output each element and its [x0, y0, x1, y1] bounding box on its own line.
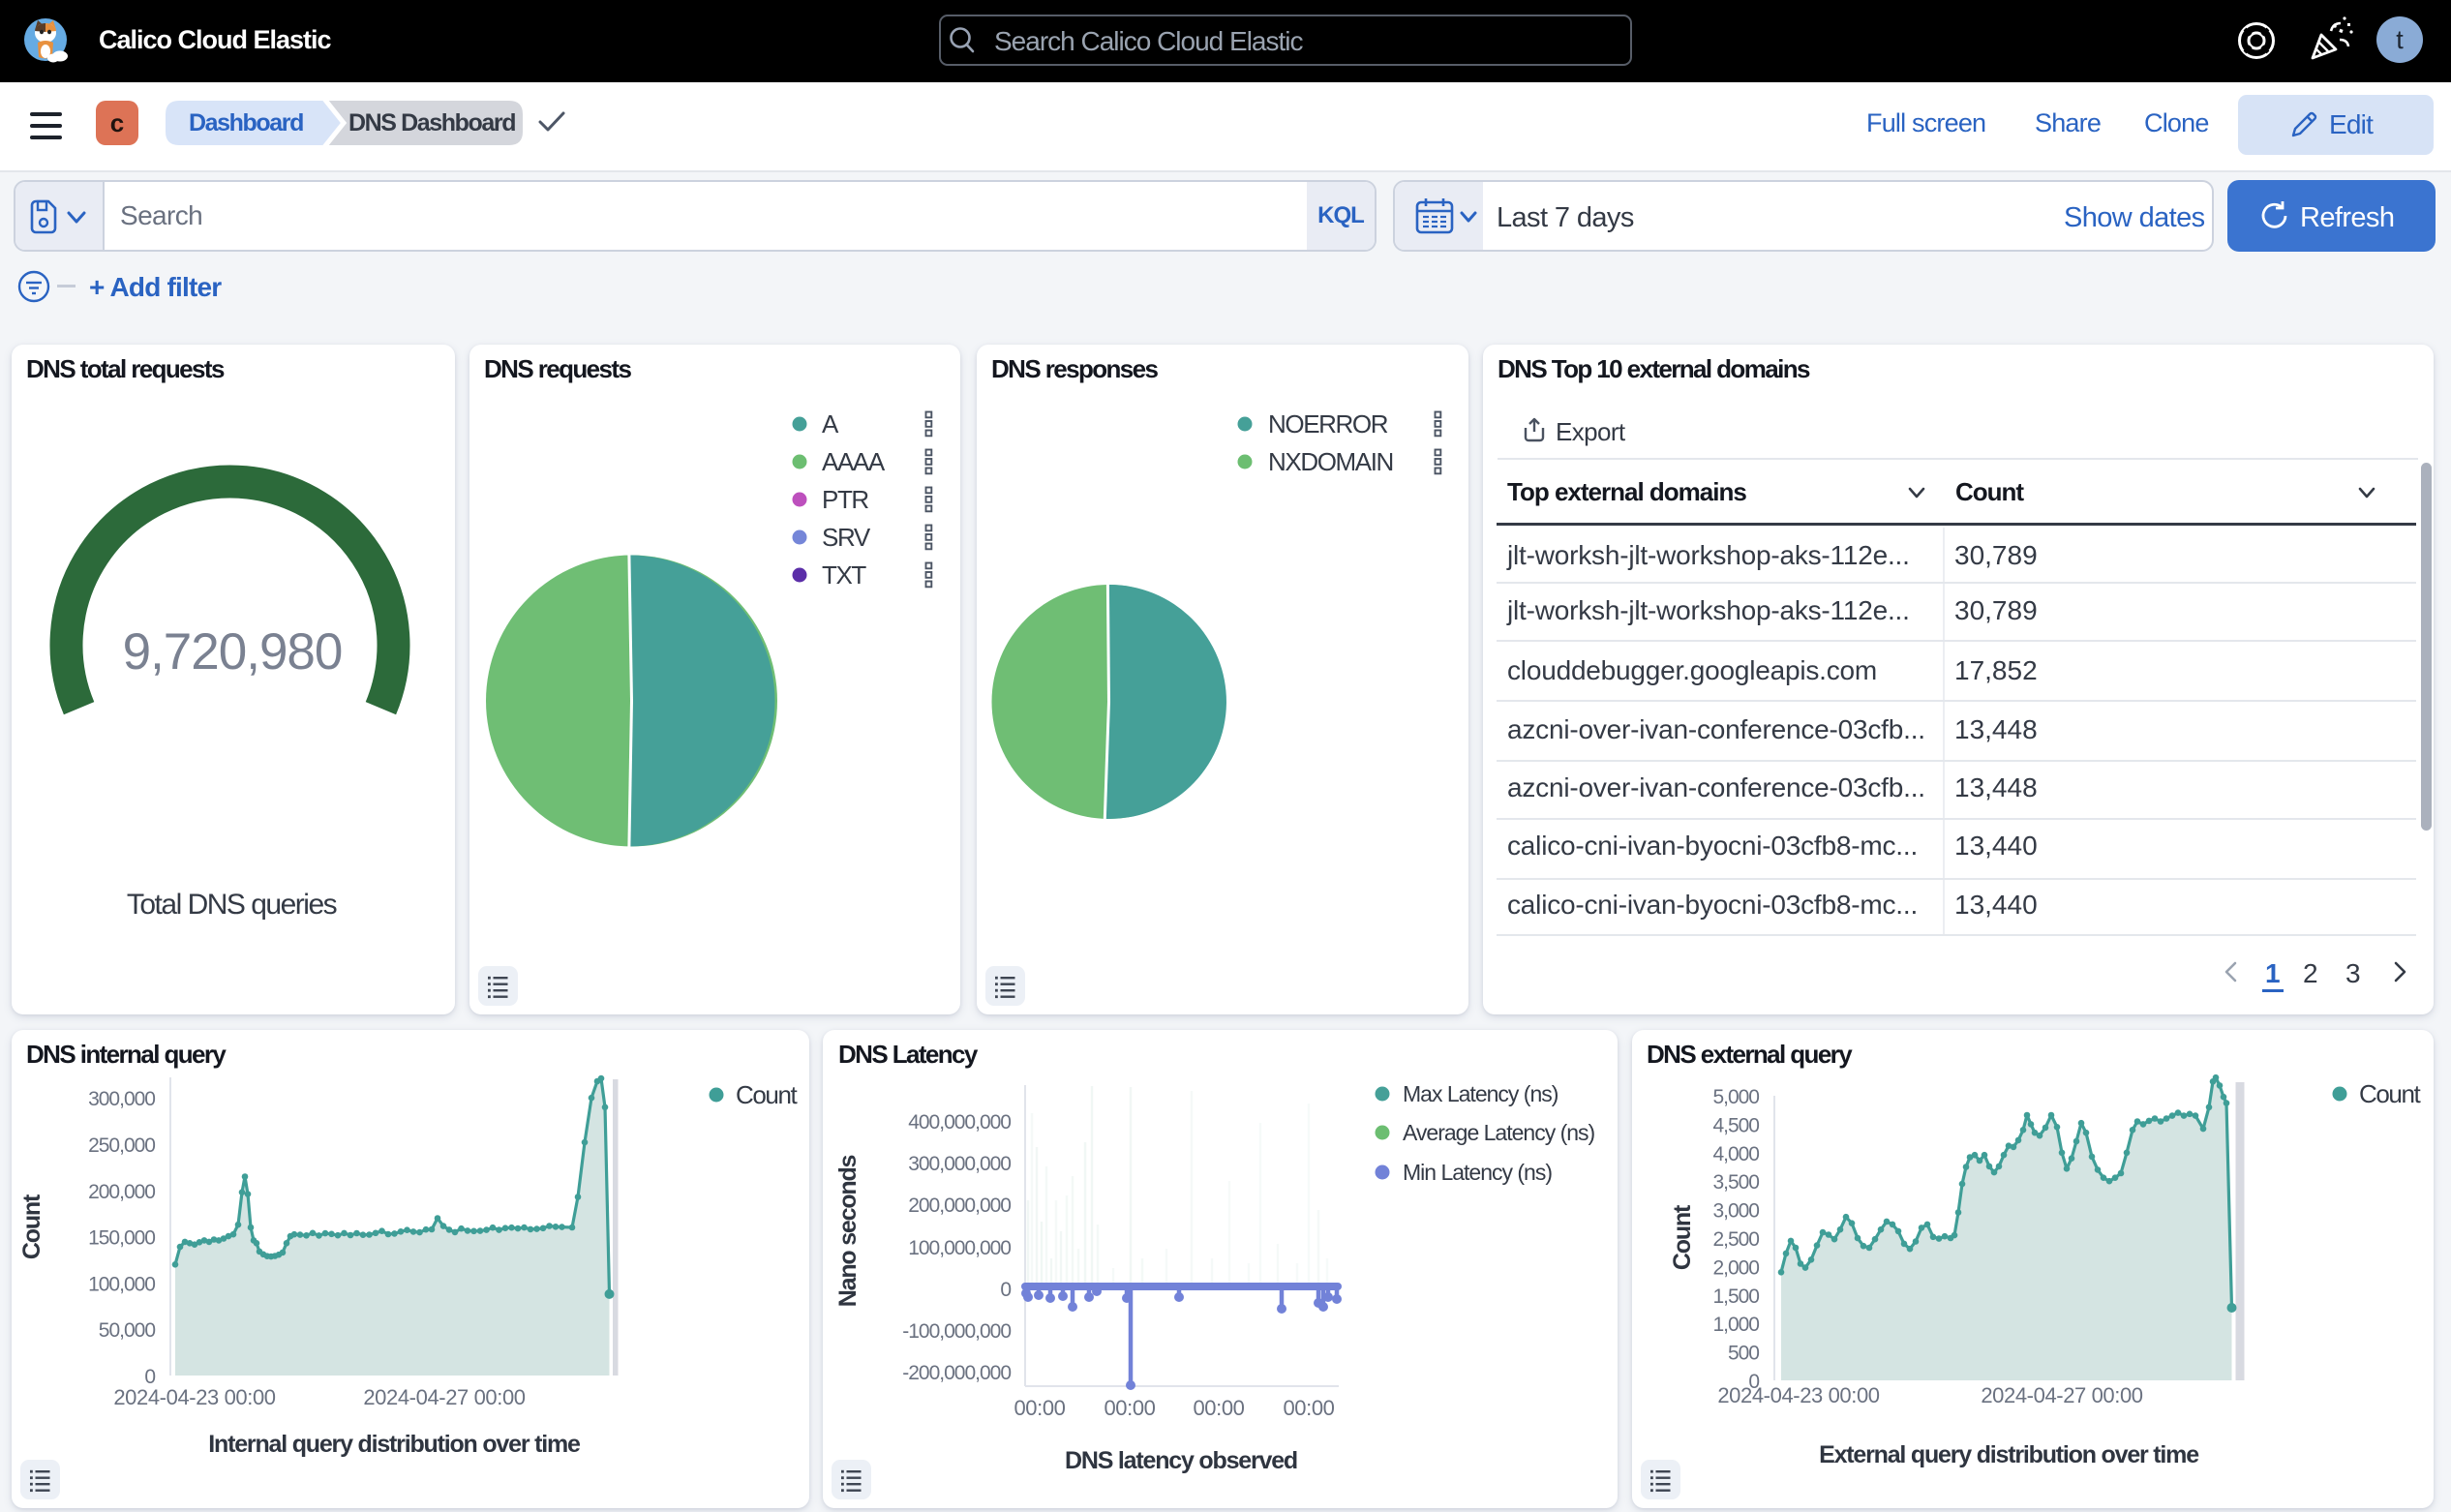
svg-text:Total DNS queries: Total DNS queries — [127, 889, 337, 921]
svg-text:1,500: 1,500 — [1712, 1285, 1759, 1308]
svg-text:150,000: 150,000 — [88, 1227, 155, 1250]
svg-text:250,000: 250,000 — [88, 1134, 155, 1157]
svg-text:2,500: 2,500 — [1712, 1228, 1759, 1251]
svg-text:0: 0 — [1000, 1279, 1011, 1301]
svg-text:100,000: 100,000 — [88, 1273, 155, 1295]
svg-text:50,000: 50,000 — [99, 1319, 156, 1342]
svg-text:Max Latency (ns): Max Latency (ns) — [1403, 1081, 1558, 1106]
svg-text:00:00: 00:00 — [1193, 1396, 1244, 1420]
svg-text:TXT: TXT — [822, 560, 866, 590]
svg-text:4,500: 4,500 — [1712, 1114, 1759, 1136]
svg-text:AAAA: AAAA — [822, 447, 886, 476]
svg-text:5,000: 5,000 — [1712, 1086, 1759, 1108]
svg-text:200,000: 200,000 — [88, 1181, 155, 1203]
svg-text:9,720,980: 9,720,980 — [123, 623, 343, 680]
svg-text:500: 500 — [1728, 1343, 1759, 1365]
svg-text:2024-04-27 00:00: 2024-04-27 00:00 — [1981, 1383, 2142, 1407]
svg-text:4,000: 4,000 — [1712, 1143, 1759, 1165]
svg-text:00:00: 00:00 — [1283, 1396, 1334, 1420]
svg-text:DNS latency observed: DNS latency observed — [1065, 1447, 1297, 1474]
svg-text:Min Latency (ns): Min Latency (ns) — [1403, 1160, 1552, 1185]
svg-text:Internal query distribution ov: Internal query distribution over time — [208, 1431, 581, 1458]
svg-text:200,000,000: 200,000,000 — [908, 1194, 1011, 1217]
svg-text:Average Latency (ns): Average Latency (ns) — [1403, 1120, 1595, 1145]
svg-text:3,000: 3,000 — [1712, 1200, 1759, 1223]
svg-text:External query distribution ov: External query distribution over time — [1819, 1441, 2199, 1468]
svg-text:PTR: PTR — [822, 485, 868, 514]
svg-text:300,000,000: 300,000,000 — [908, 1153, 1011, 1175]
svg-text:Count: Count — [2359, 1079, 2422, 1108]
svg-text:1,000: 1,000 — [1712, 1314, 1759, 1336]
svg-text:00:00: 00:00 — [1104, 1396, 1155, 1420]
svg-text:NXDOMAIN: NXDOMAIN — [1268, 447, 1393, 476]
svg-text:Count: Count — [1669, 1204, 1696, 1270]
svg-text:100,000,000: 100,000,000 — [908, 1237, 1011, 1259]
svg-text:Count: Count — [736, 1080, 799, 1109]
svg-text:2024-04-27 00:00: 2024-04-27 00:00 — [363, 1385, 525, 1409]
svg-text:00:00: 00:00 — [1014, 1396, 1065, 1420]
svg-text:2,000: 2,000 — [1712, 1256, 1759, 1279]
svg-text:300,000: 300,000 — [88, 1088, 155, 1110]
svg-text:SRV: SRV — [822, 523, 871, 552]
svg-text:400,000,000: 400,000,000 — [908, 1111, 1011, 1134]
svg-text:A: A — [822, 409, 839, 438]
svg-text:-100,000,000: -100,000,000 — [902, 1320, 1011, 1343]
svg-text:2024-04-23 00:00: 2024-04-23 00:00 — [1717, 1383, 1879, 1407]
svg-text:2024-04-23 00:00: 2024-04-23 00:00 — [113, 1385, 275, 1409]
svg-text:-200,000,000: -200,000,000 — [902, 1362, 1011, 1384]
svg-text:Count: Count — [18, 1194, 45, 1259]
svg-text:Nano seconds: Nano seconds — [834, 1155, 862, 1307]
svg-text:NOERROR: NOERROR — [1268, 409, 1388, 438]
svg-text:3,500: 3,500 — [1712, 1171, 1759, 1194]
